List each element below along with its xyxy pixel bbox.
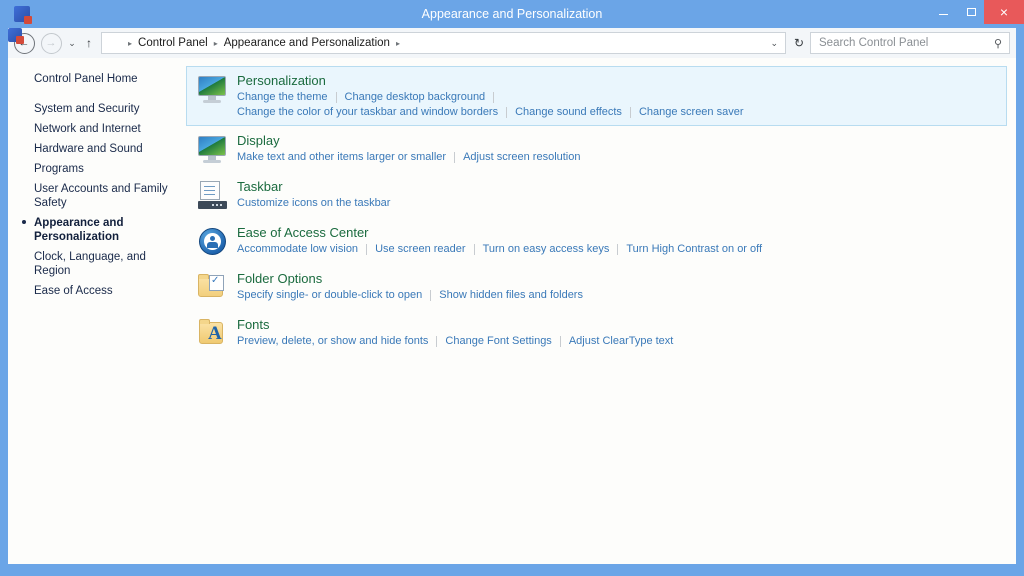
category-title[interactable]: Ease of Access Center [237, 224, 369, 241]
refresh-button[interactable]: ↻ [788, 36, 810, 50]
active-bullet-icon [22, 220, 26, 224]
search-icon: ⚲ [987, 37, 1009, 50]
address-dropdown-icon[interactable]: ⌄ [763, 38, 785, 49]
window-title: Appearance and Personalization [0, 0, 1024, 28]
link-separator [506, 107, 507, 118]
link-separator [430, 290, 431, 301]
task-link-change-screen-saver[interactable]: Change screen saver [639, 105, 744, 120]
personalization-monitor-icon [197, 74, 229, 106]
category-ease-of-access-center[interactable]: Ease of Access Center Accommodate low vi… [186, 218, 1007, 264]
up-button[interactable]: ↑ [80, 36, 98, 50]
sidebar-item-programs[interactable]: Programs [8, 159, 186, 179]
category-body: Display Make text and other items larger… [237, 132, 998, 166]
sidebar-item-control-panel-home[interactable]: Control Panel Home [8, 69, 186, 89]
sidebar-item-appearance-and-personalization[interactable]: Appearance and Personalization [8, 213, 186, 247]
category-taskbar[interactable]: Taskbar Customize icons on the taskbar [186, 172, 1007, 218]
forward-button[interactable]: → [40, 32, 62, 54]
content-area: Control Panel Home System and Security N… [8, 58, 1016, 564]
task-link-use-screen-reader[interactable]: Use screen reader [375, 242, 466, 257]
task-link-change-desktop-background[interactable]: Change desktop background [345, 90, 486, 105]
ease-of-access-icon [197, 226, 229, 258]
breadcrumb-separator-2[interactable]: ▸ [392, 39, 404, 48]
category-title[interactable]: Fonts [237, 316, 270, 333]
sidebar: Control Panel Home System and Security N… [8, 58, 186, 564]
sidebar-item-system-and-security[interactable]: System and Security [8, 99, 186, 119]
taskbar-icon [197, 180, 229, 212]
link-separator [366, 244, 367, 255]
category-links: Accommodate low vision Use screen reader… [237, 242, 998, 257]
category-links: Preview, delete, or show and hide fonts … [237, 334, 998, 349]
task-link-change-sound-effects[interactable]: Change sound effects [515, 105, 622, 120]
sidebar-item-clock-language-region[interactable]: Clock, Language, and Region [8, 247, 186, 281]
category-links: Change the theme Change desktop backgrou… [237, 90, 998, 120]
category-links: Make text and other items larger or smal… [237, 150, 998, 165]
link-separator [474, 244, 475, 255]
category-links: Specify single- or double-click to open … [237, 288, 998, 303]
task-link-preview-delete-fonts[interactable]: Preview, delete, or show and hide fonts [237, 334, 428, 349]
category-fonts[interactable]: A Fonts Preview, delete, or show and hid… [186, 310, 1007, 356]
breadcrumb-bar[interactable]: ▸ Control Panel ▸ Appearance and Persona… [101, 32, 786, 54]
link-separator [336, 92, 337, 103]
forward-icon: → [41, 33, 62, 54]
task-link-change-font-settings[interactable]: Change Font Settings [445, 334, 551, 349]
task-link-make-text-larger[interactable]: Make text and other items larger or smal… [237, 150, 446, 165]
category-body: Folder Options Specify single- or double… [237, 270, 998, 304]
breadcrumb-separator-0: ▸ [124, 39, 136, 48]
breadcrumb-item-appearance[interactable]: Appearance and Personalization [222, 37, 392, 49]
sidebar-item-network-and-internet[interactable]: Network and Internet [8, 119, 186, 139]
task-link-customize-icons-taskbar[interactable]: Customize icons on the taskbar [237, 196, 390, 211]
link-separator [617, 244, 618, 255]
category-title[interactable]: Display [237, 132, 280, 149]
category-list: Personalization Change the theme Change … [186, 58, 1016, 564]
window-controls: × [928, 0, 1024, 28]
category-links: Customize icons on the taskbar [237, 196, 998, 211]
breadcrumb-separator-1[interactable]: ▸ [210, 39, 222, 48]
search-box[interactable]: Search Control Panel ⚲ [810, 32, 1010, 54]
link-separator [560, 336, 561, 347]
task-link-turn-high-contrast[interactable]: Turn High Contrast on or off [626, 242, 762, 257]
fonts-icon: A [197, 318, 229, 350]
maximize-button[interactable] [958, 1, 984, 23]
display-monitor-icon [197, 134, 229, 166]
title-bar[interactable]: Appearance and Personalization × [0, 0, 1024, 28]
category-body: Taskbar Customize icons on the taskbar [237, 178, 998, 212]
link-separator [454, 152, 455, 163]
search-input[interactable]: Search Control Panel [811, 37, 987, 49]
sidebar-item-hardware-and-sound[interactable]: Hardware and Sound [8, 139, 186, 159]
category-body: Personalization Change the theme Change … [237, 72, 998, 120]
category-title[interactable]: Taskbar [237, 178, 283, 195]
breadcrumb-control-panel-icon [107, 36, 121, 50]
task-link-turn-on-easy-access-keys[interactable]: Turn on easy access keys [483, 242, 610, 257]
category-folder-options[interactable]: ✓ Folder Options Specify single- or doub… [186, 264, 1007, 310]
address-toolbar: ← → ⌄ ↑ ▸ Control Panel ▸ Appearance and… [8, 28, 1016, 58]
category-personalization[interactable]: Personalization Change the theme Change … [186, 66, 1007, 126]
link-separator [436, 336, 437, 347]
task-link-change-color-taskbar[interactable]: Change the color of your taskbar and win… [237, 105, 498, 120]
task-link-specify-click-to-open[interactable]: Specify single- or double-click to open [237, 288, 422, 303]
category-body: Fonts Preview, delete, or show and hide … [237, 316, 998, 350]
task-link-show-hidden-files[interactable]: Show hidden files and folders [439, 288, 583, 303]
close-button[interactable]: × [984, 0, 1024, 24]
link-separator [493, 92, 494, 103]
link-separator [630, 107, 631, 118]
sidebar-item-ease-of-access[interactable]: Ease of Access [8, 281, 186, 301]
control-panel-window: Appearance and Personalization × ← → ⌄ ↑… [0, 0, 1024, 576]
sidebar-item-user-accounts[interactable]: User Accounts and Family Safety [8, 179, 186, 213]
task-link-adjust-cleartype-text[interactable]: Adjust ClearType text [569, 334, 674, 349]
recent-locations-button[interactable]: ⌄ [64, 38, 80, 49]
task-link-adjust-screen-resolution[interactable]: Adjust screen resolution [463, 150, 580, 165]
sidebar-item-label: Appearance and Personalization [34, 217, 123, 243]
category-title[interactable]: Personalization [237, 72, 326, 89]
minimize-button[interactable] [928, 1, 958, 23]
minimize-icon [939, 14, 948, 15]
category-body: Ease of Access Center Accommodate low vi… [237, 224, 998, 258]
category-title[interactable]: Folder Options [237, 270, 322, 287]
breadcrumb-item-control-panel[interactable]: Control Panel [136, 37, 210, 49]
task-link-accommodate-low-vision[interactable]: Accommodate low vision [237, 242, 358, 257]
category-display[interactable]: Display Make text and other items larger… [186, 126, 1007, 172]
task-link-change-theme[interactable]: Change the theme [237, 90, 328, 105]
maximize-icon [967, 8, 976, 16]
folder-options-icon: ✓ [197, 272, 229, 304]
